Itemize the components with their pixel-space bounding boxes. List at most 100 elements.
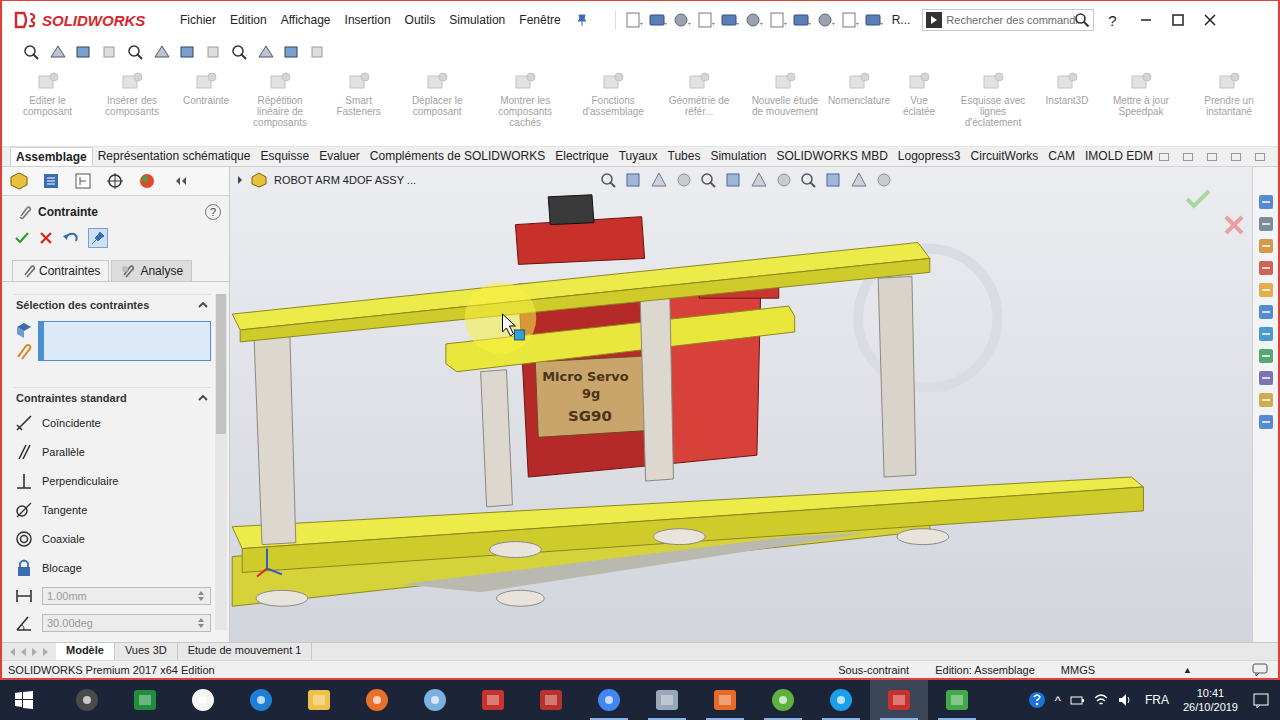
mate-option[interactable]: Parallèle [14,437,211,466]
task-pane-icon[interactable] [1257,391,1275,409]
view-tool-icon[interactable] [256,43,276,61]
units-menu-caret[interactable]: ▲ [1183,665,1192,675]
view-tool-icon[interactable] [126,43,146,61]
taskbar-app[interactable] [116,680,174,720]
breadcrumb[interactable]: ROBOT ARM 4DOF ASSY ... [236,172,416,188]
angle-input[interactable]: 30.00deg [42,614,211,632]
toolbar-icon[interactable] [648,11,668,29]
language-indicator[interactable]: FRA [1145,693,1169,707]
view-tool-icon[interactable] [848,170,870,190]
command-button[interactable]: Prendre un instantané [1186,71,1272,117]
property-manager-icon[interactable] [40,171,62,191]
command-button[interactable]: Nomenclature [830,71,888,106]
taskbar-app[interactable] [696,680,754,720]
window-layout-icon[interactable] [1206,151,1218,163]
tab-scroll-icon[interactable] [19,647,28,657]
units-system[interactable]: MMGS [1061,664,1095,676]
view-tool-icon[interactable] [673,170,695,190]
spinner-icon[interactable] [196,616,206,630]
clock[interactable]: 10:41 26/10/2019 [1183,686,1238,714]
help-tray-icon[interactable] [1027,690,1047,710]
taskbar-app[interactable] [870,680,928,720]
toolbar-icon[interactable] [624,11,644,29]
collapse-chevron-icon[interactable] [197,393,209,403]
task-pane-icon[interactable] [1257,237,1275,255]
section-header[interactable]: Sélection des contraintes [14,294,211,315]
toolbar-icon[interactable] [816,11,836,29]
scrollbar-thumb[interactable] [216,294,226,434]
command-button[interactable]: Smart Fasteners [325,71,392,117]
toolbar-icon[interactable] [696,11,716,29]
ribbon-tab[interactable]: Compléments de SOLIDWORKS [365,147,550,166]
chat-icon[interactable] [1252,663,1268,677]
command-button[interactable]: Déplacer le composant [394,71,480,117]
windows-start-icon[interactable] [14,690,34,710]
ribbon-tab[interactable]: Représentation schématique [93,147,256,166]
command-button[interactable]: Montrer les composants cachés [482,71,568,128]
view-tool-icon[interactable] [230,43,250,61]
mate-option[interactable]: Coïncidente [14,408,211,437]
view-tool-icon[interactable] [598,170,620,190]
view-tool-icon[interactable] [204,43,224,61]
cancel-x-icon[interactable] [1222,213,1246,237]
toolbar-icon[interactable] [768,11,788,29]
view-tool-icon[interactable] [798,170,820,190]
task-pane-icon[interactable] [1257,281,1275,299]
window-layout-icon[interactable] [1254,151,1266,163]
ribbon-tab[interactable]: Tubes [663,147,706,166]
taskbar-app[interactable] [580,680,638,720]
expand-arrow-icon[interactable] [236,175,244,185]
task-pane-icon[interactable] [1257,303,1275,321]
command-button[interactable]: Contrainte [177,71,235,106]
panel-scrollbar[interactable] [215,294,227,630]
command-button[interactable]: Vue éclatée [890,71,948,117]
view-tool-icon[interactable] [748,170,770,190]
notifications-icon[interactable] [1252,691,1270,709]
show-hidden-icons[interactable]: ^ [1055,693,1061,708]
undo-icon[interactable] [62,230,80,246]
command-button[interactable]: Nouvelle étude de mouvement [742,71,828,117]
search-box[interactable]: Rechercher des commandi [922,9,1094,31]
model-tab[interactable]: Etude de mouvement 1 [178,643,313,660]
taskbar-app[interactable] [464,680,522,720]
ribbon-tab[interactable]: CAM [1043,147,1080,166]
view-tool-icon[interactable] [178,43,198,61]
search-mode-icon[interactable] [926,12,942,28]
graphics-area[interactable]: Micro Servo9gSG90 ROBOT ARM 4DOF ASSY ..… [230,167,1252,642]
menu-item[interactable]: Edition [230,13,267,27]
command-button[interactable]: Fonctions d'assemblage [570,71,656,117]
task-pane-icon[interactable] [1257,259,1275,277]
menu-item[interactable]: Insertion [345,13,391,27]
command-button[interactable]: Répétition linéaire de composants [237,71,323,128]
property-subtab[interactable]: Analyse [111,260,192,281]
task-pane-icon[interactable] [1257,193,1275,211]
toolbar-label[interactable]: R... [892,13,911,27]
window-layout-icon[interactable] [1230,151,1242,163]
view-tool-icon[interactable] [623,170,645,190]
taskbar-app[interactable] [406,680,464,720]
tab-scroll-icon[interactable] [8,647,17,657]
tab-scroll-icon[interactable] [41,647,50,657]
view-tool-icon[interactable] [308,43,328,61]
taskbar-app[interactable] [290,680,348,720]
cancel-x-icon[interactable] [38,230,54,246]
mate-option[interactable]: Blocage [14,553,211,582]
menu-item[interactable]: Fenêtre [519,13,560,27]
network-icon[interactable] [1093,692,1109,708]
robot-arm-model[interactable]: Micro Servo9gSG90 [230,167,1252,642]
tab-scroll-icon[interactable] [168,171,190,191]
toolbar-icon[interactable] [672,11,692,29]
pin-icon[interactable] [575,13,589,27]
mate-option[interactable]: Coaxiale [14,524,211,553]
toolbar-icon[interactable] [744,11,764,29]
help-button[interactable]: ? [205,204,221,220]
magnifier-icon[interactable] [1074,12,1090,28]
distance-input[interactable]: 1.00mm [42,587,211,605]
view-tool-icon[interactable] [773,170,795,190]
mate-option[interactable]: Tangente [14,495,211,524]
ribbon-tab[interactable]: Electrique [550,147,613,166]
view-tool-icon[interactable] [648,170,670,190]
view-tool-icon[interactable] [100,43,120,61]
task-pane-icon[interactable] [1257,325,1275,343]
toolbar-icon[interactable] [840,11,860,29]
